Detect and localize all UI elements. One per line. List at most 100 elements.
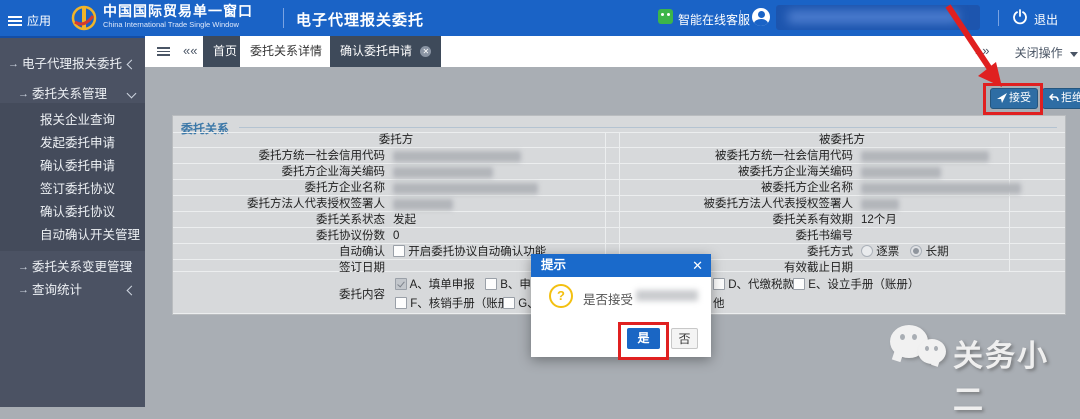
- checkbox-icon[interactable]: [503, 297, 515, 309]
- sidebar-item-confirm-agreement[interactable]: 确认委托协议: [0, 200, 145, 224]
- brand-logo-icon: [70, 4, 98, 32]
- redacted-watermark: [636, 290, 698, 301]
- header-divider: [998, 10, 999, 26]
- redacted-value: [393, 183, 538, 194]
- auto-confirm-label: 开启委托协议自动确认功能: [408, 246, 546, 258]
- checkbox-icon[interactable]: [793, 278, 805, 290]
- sidebar-group-label: 查询统计: [32, 278, 82, 302]
- radio-label: 逐票: [876, 246, 899, 258]
- reject-button[interactable]: 拒绝: [1042, 88, 1080, 109]
- dialog-title: 提示: [541, 258, 566, 272]
- field-label: 委托关系有效期: [619, 213, 853, 228]
- field-label: 被委托方企业名称: [619, 181, 853, 196]
- confirm-dialog: 提示 ✕ ? 是否接受 是 否: [531, 254, 711, 357]
- logout-button[interactable]: 退出: [1034, 11, 1058, 28]
- section-rule: [239, 127, 1057, 128]
- collapse-sidebar-icon[interactable]: [157, 47, 170, 56]
- redacted-value: [393, 151, 521, 162]
- brand-block: 中国国际贸易单一窗口 China International Trade Sin…: [103, 4, 253, 29]
- watermark-text: 关务小二: [953, 331, 1080, 419]
- checkbox-icon[interactable]: [713, 278, 725, 290]
- field-label: 委托方企业名称: [173, 181, 385, 196]
- field-label: 委托协议份数: [173, 229, 385, 244]
- user-avatar-icon[interactable]: [752, 8, 770, 26]
- sidebar-group-label: 委托关系变更管理: [32, 255, 132, 279]
- entrust-content-label: 委托内容: [293, 288, 385, 303]
- tab-label: 委托关系详情: [250, 44, 322, 58]
- relation-status-value: 发起: [393, 213, 416, 228]
- chevron-left-icon: [127, 286, 137, 296]
- tab-confirm-entrust[interactable]: 确认委托申请 ✕: [330, 36, 441, 67]
- sidebar-item-auto-confirm-switch[interactable]: 自动确认开关管理: [0, 223, 145, 247]
- redacted-value: [861, 183, 1021, 194]
- content-item-a: A、填单申报: [395, 278, 475, 292]
- arrow-right-icon: →: [18, 82, 29, 106]
- validity-value: 12个月: [861, 213, 897, 228]
- entrust-mode-field: 逐票 长期: [861, 245, 949, 260]
- checkbox-icon[interactable]: [395, 297, 407, 309]
- brand-title: 中国国际贸易单一窗口: [103, 4, 253, 18]
- radio-label: 长期: [926, 246, 949, 258]
- sidebar-group-relation-change[interactable]: → 委托关系变更管理: [0, 255, 145, 279]
- agreement-copies-value: 0: [393, 229, 399, 244]
- question-icon: ?: [549, 284, 573, 308]
- arrow-right-icon: →: [18, 255, 29, 279]
- sidebar-group-label: 委托关系管理: [32, 82, 107, 106]
- reply-arrow-icon: [1049, 93, 1059, 103]
- sidebar-item-initiate-entrust[interactable]: 发起委托申请: [0, 131, 145, 155]
- sidebar-nav: → 电子代理报关委托 → 委托关系管理 报关企业查询 发起委托申请 确认委托申请…: [0, 38, 145, 407]
- top-header: 应用 中国国际贸易单一窗口 China International Trade …: [0, 0, 1080, 38]
- close-tab-icon[interactable]: ✕: [420, 46, 431, 57]
- field-label: 被委托方企业海关编码: [619, 165, 853, 180]
- field-label: 自动确认: [173, 245, 385, 260]
- sidebar-item-root[interactable]: → 电子代理报关委托: [0, 52, 145, 76]
- apps-menu-label: 应用: [27, 12, 51, 29]
- content-item-f: F、核销手册（账册）: [395, 297, 521, 311]
- scroll-tabs-left-icon[interactable]: ««: [183, 43, 197, 58]
- app-title: 电子代理报关委托: [296, 9, 424, 30]
- sidebar-item-label: 报关企业查询: [40, 108, 115, 132]
- radio-long-term[interactable]: [910, 245, 922, 257]
- sidebar-root-label: 电子代理报关委托: [22, 52, 122, 76]
- redacted-value: [861, 199, 899, 210]
- redacted-value: [393, 199, 453, 210]
- auto-confirm-field: 开启委托协议自动确认功能: [393, 245, 546, 260]
- sidebar-item-label: 签订委托协议: [40, 177, 115, 201]
- sidebar-item-label: 发起委托申请: [40, 131, 115, 155]
- checkbox-icon[interactable]: [485, 278, 497, 290]
- radio-per-shipment[interactable]: [861, 245, 873, 257]
- tab-bar: «« 首页 委托关系详情 ✕ 确认委托申请 ✕ »» 关闭操作: [145, 36, 1080, 67]
- robot-icon: [658, 9, 673, 24]
- dialog-yes-button[interactable]: 是: [627, 328, 660, 349]
- content-item-d: D、代缴税款: [713, 278, 794, 292]
- sidebar-item-sign-agreement[interactable]: 签订委托协议: [0, 177, 145, 201]
- tab-label: 确认委托申请: [340, 44, 412, 58]
- power-icon: [1012, 9, 1028, 25]
- column-header-entruster: 委托方: [173, 133, 619, 148]
- auto-confirm-checkbox[interactable]: [393, 245, 405, 257]
- dialog-no-button[interactable]: 否: [671, 328, 698, 349]
- close-operations-dropdown[interactable]: 关闭操作: [1015, 44, 1078, 61]
- accept-button[interactable]: 接受: [990, 88, 1038, 109]
- field-label: 被委托方法人代表授权签署人: [619, 197, 853, 212]
- sidebar-item-confirm-entrust[interactable]: 确认委托申请: [0, 154, 145, 178]
- sidebar-group-relation-mgmt[interactable]: → 委托关系管理: [0, 82, 145, 106]
- scroll-tabs-right-icon[interactable]: »»: [975, 43, 989, 58]
- header-divider: [283, 8, 284, 28]
- apps-menu-button[interactable]: 应用: [8, 12, 51, 29]
- field-label: 委托方法人代表授权签署人: [173, 197, 385, 212]
- wechat-icon: [890, 325, 952, 377]
- content-item-e: E、设立手册（账册）: [793, 278, 919, 292]
- dialog-header: 提示 ✕: [531, 254, 711, 277]
- chevron-left-icon: [127, 60, 137, 70]
- chevron-down-icon: [127, 89, 137, 99]
- close-icon[interactable]: ✕: [692, 254, 703, 277]
- checkbox-checked-icon[interactable]: [395, 278, 407, 290]
- redacted-value: [393, 167, 493, 178]
- header-divider: [740, 10, 741, 26]
- column-header-entrustee: 被委托方: [619, 133, 1065, 148]
- field-label: 委托书编号: [619, 229, 853, 244]
- sidebar-item-label: 确认委托协议: [40, 200, 115, 224]
- sidebar-item-declare-enterprise-query[interactable]: 报关企业查询: [0, 108, 145, 132]
- sidebar-group-query-stats[interactable]: → 查询统计: [0, 278, 145, 302]
